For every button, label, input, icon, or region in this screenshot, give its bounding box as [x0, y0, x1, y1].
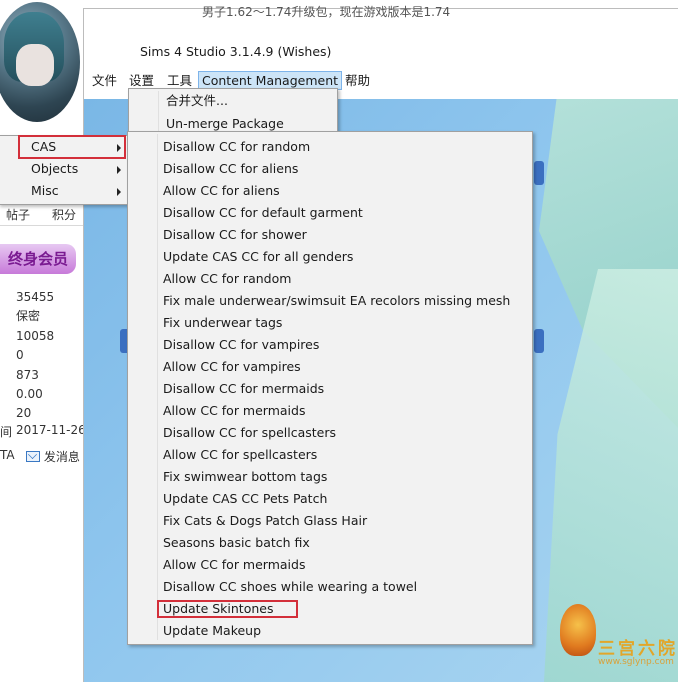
menu-help[interactable]: 帮助: [342, 72, 373, 89]
cas-item-disallow-shoes-towel[interactable]: Disallow CC shoes while wearing a towel: [163, 576, 417, 598]
chevron-right-icon: [117, 166, 121, 174]
cas-item-fix-male-underwear[interactable]: Fix male underwear/swimsuit EA recolors …: [163, 290, 510, 312]
vip-badge: 终身会员: [0, 244, 76, 274]
cas-item-fix-glass-hair[interactable]: Fix Cats & Dogs Patch Glass Hair: [163, 510, 367, 532]
stat-value: 保密: [16, 309, 41, 324]
date-label: 间: [0, 425, 13, 439]
cas-item-update-all-genders[interactable]: Update CAS CC for all genders: [163, 246, 353, 268]
cas-item-update-pets-patch[interactable]: Update CAS CC Pets Patch: [163, 488, 327, 510]
chevron-right-icon: [117, 188, 121, 196]
cas-item-seasons-batch-fix[interactable]: Seasons basic batch fix: [163, 532, 310, 554]
register-date: 2017-11-26: [16, 423, 86, 437]
content-management-menu: 合并文件... Un-merge Package: [128, 88, 338, 134]
cas-item-disallow-spellcasters[interactable]: Disallow CC for spellcasters: [163, 422, 336, 444]
cas-item-disallow-aliens[interactable]: Disallow CC for aliens: [163, 158, 298, 180]
cas-item-disallow-vampires[interactable]: Disallow CC for vampires: [163, 334, 319, 356]
cas-item-fix-underwear-tags[interactable]: Fix underwear tags: [163, 312, 282, 334]
submenu-item-label: Misc: [31, 183, 59, 198]
avatar[interactable]: [0, 2, 80, 122]
stat-value: 0: [16, 348, 24, 363]
submenu-item-objects[interactable]: Objects: [31, 158, 125, 180]
cas-item-disallow-random[interactable]: Disallow CC for random: [163, 136, 310, 158]
send-message-link[interactable]: 发消息: [26, 448, 80, 465]
watermark-url: www.sglynp.com: [598, 657, 674, 667]
top-cut-text: 男子1.62～1.74升级包，现在游戏版本是1.74: [202, 5, 451, 19]
cas-item-disallow-default-garment[interactable]: Disallow CC for default garment: [163, 202, 363, 224]
stat-value: 873: [16, 367, 39, 382]
user-stats: 35455 保密 10058 0 873 0.00 20: [16, 288, 54, 424]
cas-item-allow-mermaids-2[interactable]: Allow CC for mermaids: [163, 554, 305, 576]
cas-submenu: Disallow CC for random Disallow CC for a…: [127, 131, 533, 645]
menu-file[interactable]: 文件: [89, 72, 120, 89]
submenu-item-label: Objects: [31, 161, 79, 176]
watermark: 三宫六院 www.sglynp.com: [560, 600, 678, 670]
cas-item-disallow-shower[interactable]: Disallow CC for shower: [163, 224, 307, 246]
avatar-face: [16, 44, 54, 86]
menu-separator: [158, 91, 159, 131]
menu-separator: [157, 134, 158, 640]
cas-item-fix-swimwear-tags[interactable]: Fix swimwear bottom tags: [163, 466, 327, 488]
menu-tools[interactable]: 工具: [164, 72, 195, 89]
submenu-item-misc[interactable]: Misc: [31, 180, 125, 202]
panel-handle[interactable]: [534, 329, 544, 353]
cas-item-allow-random[interactable]: Allow CC for random: [163, 268, 291, 290]
watermark-title: 三宫六院: [598, 639, 678, 659]
ta-label: TA: [0, 448, 15, 462]
cas-item-allow-vampires[interactable]: Allow CC for vampires: [163, 356, 301, 378]
cas-item-allow-aliens[interactable]: Allow CC for aliens: [163, 180, 280, 202]
palace-logo-icon: [560, 604, 596, 656]
cas-item-disallow-mermaids[interactable]: Disallow CC for mermaids: [163, 378, 324, 400]
send-message-label: 发消息: [43, 450, 80, 464]
window-title: Sims 4 Studio 3.1.4.9 (Wishes): [140, 44, 332, 59]
tab-posts[interactable]: 帖子: [6, 206, 30, 223]
update-skintones-highlight-box: [157, 600, 298, 618]
forum-tabs: 帖子 积分: [0, 202, 84, 226]
menu-settings[interactable]: 设置: [126, 72, 157, 89]
tab-points[interactable]: 积分: [52, 206, 76, 223]
stat-value: 20: [16, 406, 32, 421]
envelope-icon: [26, 451, 40, 462]
cas-highlight-box: [18, 135, 126, 159]
menu-item-merge-files[interactable]: 合并文件...: [166, 90, 228, 112]
panel-handle[interactable]: [534, 161, 544, 185]
stat-value: 0.00: [16, 386, 43, 401]
cas-item-update-makeup[interactable]: Update Makeup: [163, 620, 261, 642]
stat-value: 10058: [16, 328, 55, 343]
cas-item-allow-mermaids[interactable]: Allow CC for mermaids: [163, 400, 305, 422]
stat-value: 35455: [16, 290, 55, 304]
forum-sidebar: 帖子 积分 终身会员 35455 保密 10058 0 873 0.00 20 …: [0, 0, 86, 681]
cas-item-allow-spellcasters[interactable]: Allow CC for spellcasters: [163, 444, 317, 466]
